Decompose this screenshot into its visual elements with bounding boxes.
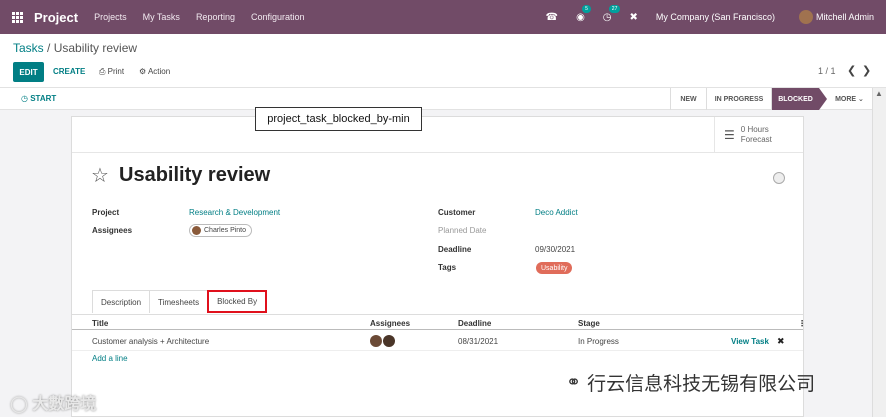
view-task-button[interactable]: View Task bbox=[731, 337, 769, 346]
customer-field[interactable]: Deco Addict bbox=[535, 208, 578, 217]
avatar bbox=[370, 335, 382, 347]
tab-timesheets[interactable]: Timesheets bbox=[149, 290, 209, 313]
row-assignee-avatars bbox=[370, 335, 396, 347]
assignee-tag[interactable]: Charles Pinto bbox=[189, 224, 253, 237]
watermark-right: ⚭ 行云信息科技无锡有限公司 bbox=[566, 369, 815, 396]
apps-grid-icon bbox=[11, 11, 23, 23]
scroll-up-icon[interactable]: ▲ bbox=[875, 89, 883, 98]
watermark-right-text: 行云信息科技无锡有限公司 bbox=[587, 374, 816, 395]
messages-badge: 5 bbox=[582, 4, 591, 13]
start-timer-button[interactable]: ◷ START bbox=[21, 94, 56, 103]
deadline-label: Deadline bbox=[438, 245, 472, 254]
stage-more-dropdown[interactable]: MORE ⌄ bbox=[827, 88, 872, 110]
project-label: Project bbox=[92, 208, 120, 217]
create-button[interactable]: CREATE bbox=[53, 67, 85, 76]
debug-tools-icon[interactable]: ✖ bbox=[630, 12, 638, 23]
forecast-smart-button[interactable]: ☰ 0 Hours Forecast bbox=[714, 117, 803, 153]
more-label: MORE bbox=[835, 95, 857, 103]
company-switcher[interactable]: My Company (San Francisco) bbox=[656, 12, 775, 22]
star-icon[interactable]: ☆ bbox=[91, 163, 109, 188]
row-stage: In Progress bbox=[578, 337, 619, 346]
tab-blocked-by[interactable]: Blocked By bbox=[207, 290, 268, 313]
forecast-value: 0 Hours bbox=[740, 125, 769, 134]
edit-button[interactable]: EDIT bbox=[13, 62, 44, 82]
user-menu[interactable]: Mitchell Admin bbox=[798, 10, 874, 24]
action-button[interactable]: ⚙ Action bbox=[139, 67, 170, 76]
messages-icon[interactable]: ◉ 5 bbox=[576, 4, 591, 23]
phone-icon[interactable]: ☎ bbox=[546, 12, 558, 23]
breadcrumb: Tasks / Usability review bbox=[13, 41, 137, 55]
status-bar: ◷ START NEW IN PROGRESS BLOCKED MORE ⌄ bbox=[0, 88, 872, 110]
list-icon: ☰ bbox=[724, 128, 735, 142]
avatar bbox=[192, 226, 201, 235]
planned-date-label: Planned Date bbox=[438, 226, 487, 235]
chevron-down-icon: ⌄ bbox=[856, 96, 864, 103]
action-label: Action bbox=[147, 67, 171, 76]
column-stage[interactable]: Stage bbox=[578, 319, 600, 328]
image-caption-tooltip: project_task_blocked_by-min bbox=[255, 107, 422, 131]
start-label: START bbox=[30, 94, 57, 103]
tab-description[interactable]: Description bbox=[92, 290, 151, 313]
menu-reporting[interactable]: Reporting bbox=[196, 12, 235, 22]
tag-usability[interactable]: Usability bbox=[536, 262, 573, 274]
column-deadline[interactable]: Deadline bbox=[458, 319, 491, 328]
watermark-left: ◯ 大數跨境 bbox=[10, 396, 97, 413]
avatar bbox=[383, 335, 395, 347]
add-line-link[interactable]: Add a line bbox=[92, 354, 128, 363]
wechat-icon: ⚭ bbox=[566, 372, 582, 392]
smart-button-bar: ☰ 0 Hours Forecast bbox=[72, 117, 803, 153]
app-menu-button[interactable] bbox=[0, 0, 34, 34]
navbar-systray: ☎ ◉ 5 ◷ 27 ✖ My Company (San Francisco) Mi… bbox=[528, 0, 874, 34]
breadcrumb-current: Usability review bbox=[53, 41, 138, 55]
menu-configuration[interactable]: Configuration bbox=[251, 12, 305, 22]
column-options-icon[interactable]: ⋮ bbox=[798, 319, 806, 328]
avatar bbox=[798, 10, 813, 24]
activities-icon[interactable]: ◷ 27 bbox=[603, 4, 621, 23]
watermark-left-text: 大數跨境 bbox=[32, 396, 97, 413]
tags-label: Tags bbox=[438, 263, 457, 272]
top-navbar: Project Projects My Tasks Reporting Conf… bbox=[0, 0, 886, 34]
column-title[interactable]: Title bbox=[92, 319, 108, 328]
vertical-scrollbar[interactable]: ▲ bbox=[872, 88, 886, 417]
table-header: Title Assignees Deadline Stage ⋮ bbox=[72, 314, 806, 330]
activities-badge: 27 bbox=[608, 4, 621, 13]
app-brand[interactable]: Project bbox=[34, 10, 78, 25]
deadline-field[interactable]: 09/30/2021 bbox=[535, 245, 575, 254]
pager-next-icon[interactable]: ❯ bbox=[862, 64, 871, 77]
pager-value[interactable]: 1 / 1 bbox=[818, 66, 836, 76]
control-panel: Tasks / Usability review EDIT CREATE ⎙ P… bbox=[0, 34, 886, 88]
print-label: Print bbox=[107, 67, 125, 76]
breadcrumb-tasks[interactable]: Tasks bbox=[13, 41, 44, 55]
stage-in-progress[interactable]: IN PROGRESS bbox=[706, 88, 771, 110]
table-row[interactable]: Customer analysis + Architecture 08/31/2… bbox=[72, 331, 803, 351]
notebook-tabs: Description Timesheets Blocked By bbox=[92, 290, 268, 313]
stage-new[interactable]: NEW bbox=[670, 88, 706, 110]
assignees-label: Assignees bbox=[92, 226, 133, 235]
print-icon: ⎙ bbox=[99, 67, 108, 76]
print-button[interactable]: ⎙ Print bbox=[99, 67, 124, 77]
assignee-name: Charles Pinto bbox=[204, 227, 247, 234]
row-deadline: 08/31/2021 bbox=[458, 337, 499, 346]
kanban-state-indicator[interactable] bbox=[773, 172, 785, 184]
menu-projects[interactable]: Projects bbox=[94, 12, 127, 22]
row-title: Customer analysis + Architecture bbox=[92, 337, 210, 346]
menu-my-tasks[interactable]: My Tasks bbox=[143, 12, 180, 22]
forecast-label: Forecast bbox=[740, 135, 772, 144]
clock-icon: ◷ bbox=[21, 94, 31, 103]
task-title[interactable]: Usability review bbox=[119, 164, 270, 187]
user-name: Mitchell Admin bbox=[815, 12, 874, 22]
pager-previous-icon[interactable]: ❮ bbox=[847, 64, 856, 77]
stage-blocked[interactable]: BLOCKED bbox=[771, 88, 827, 110]
project-field[interactable]: Research & Development bbox=[189, 208, 280, 217]
customer-label: Customer bbox=[438, 208, 476, 217]
breadcrumb-separator: / bbox=[43, 41, 54, 55]
gear-icon: ⚙ bbox=[139, 67, 148, 76]
delete-row-icon[interactable]: ✖ bbox=[777, 336, 785, 347]
column-assignees[interactable]: Assignees bbox=[370, 319, 410, 328]
